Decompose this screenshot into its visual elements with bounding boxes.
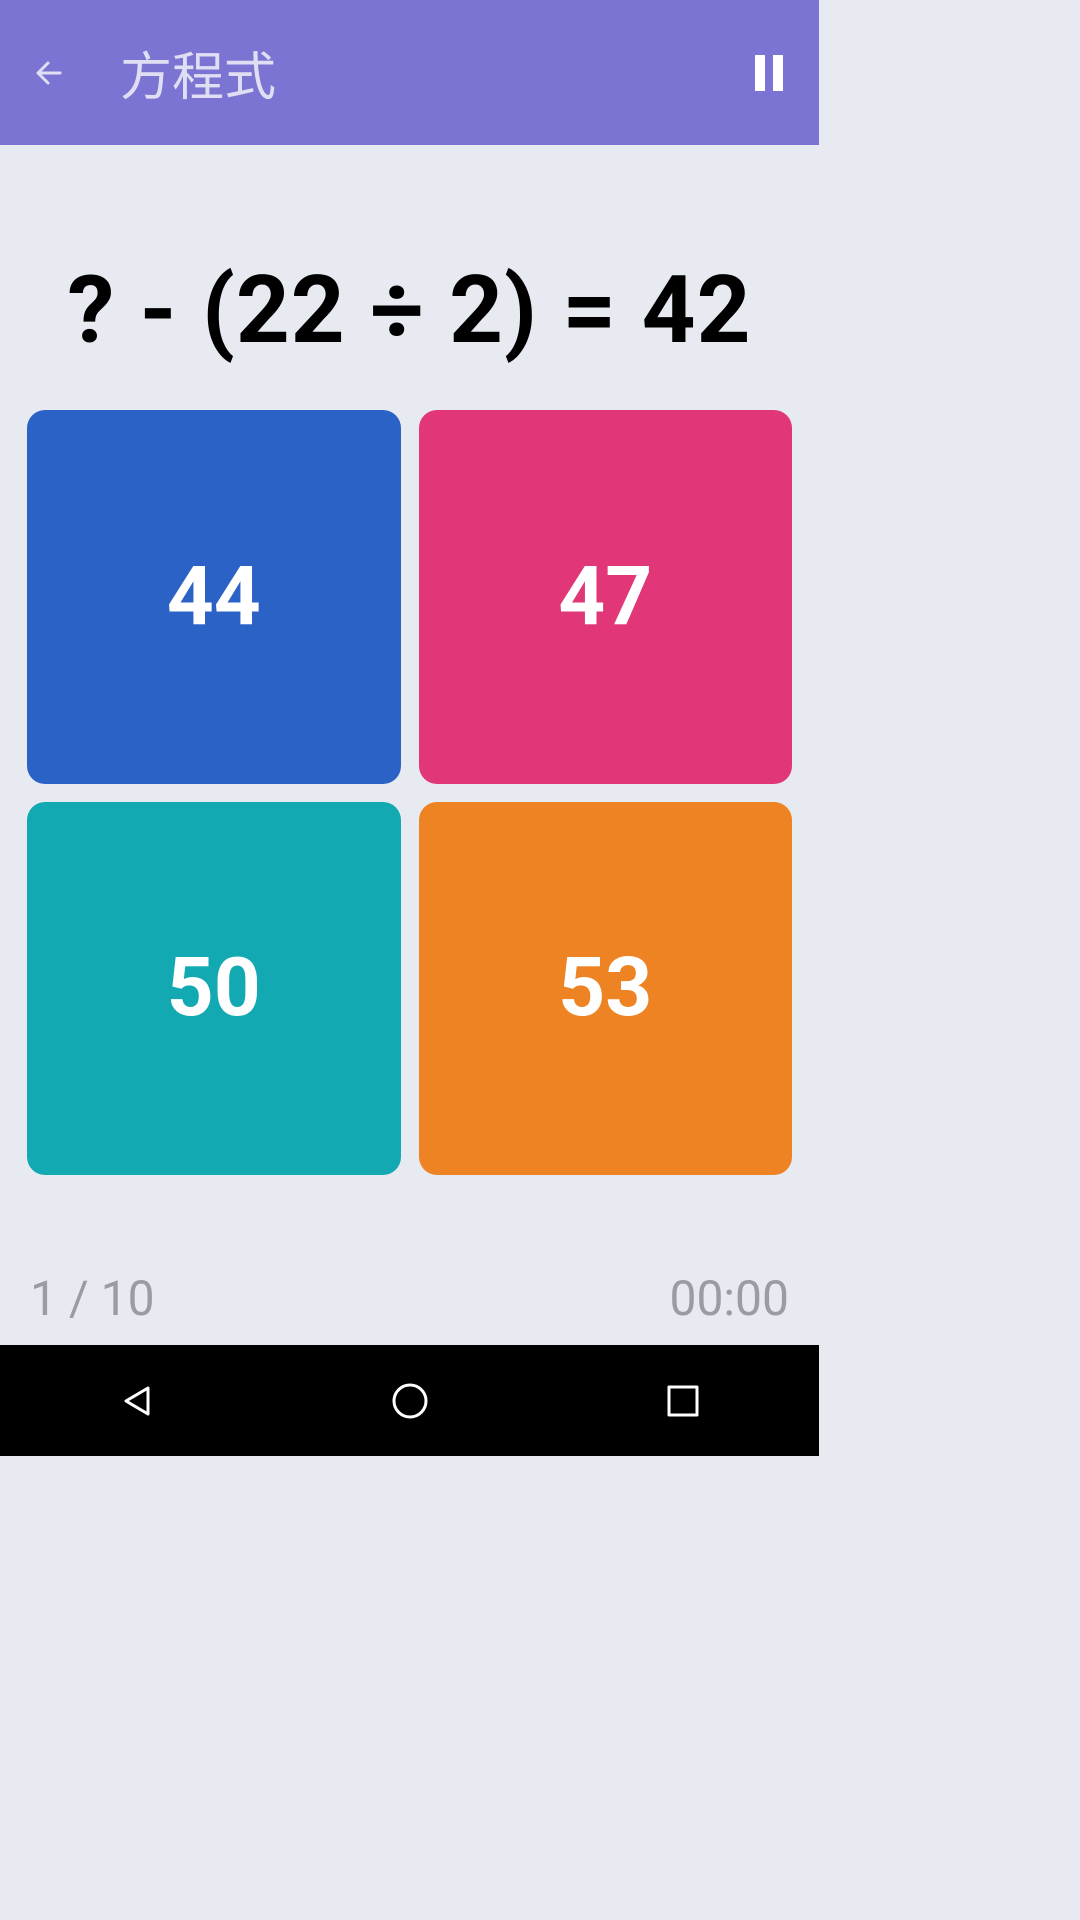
- app-bar: 方程式: [0, 0, 819, 145]
- answer-option-1[interactable]: 44: [27, 410, 401, 784]
- question-text: ? - (22 ÷ 2) = 42: [27, 255, 792, 365]
- circle-home-icon: [389, 1380, 431, 1422]
- progress-counter: 1 / 10: [30, 1270, 155, 1327]
- pause-icon: [753, 53, 785, 93]
- system-nav-bar: [0, 1345, 819, 1456]
- arrow-left-icon: [30, 53, 70, 93]
- nav-back-button[interactable]: [82, 1371, 192, 1431]
- timer-display: 00:00: [669, 1270, 789, 1327]
- content-area: ? - (22 ÷ 2) = 42 44 47 50 53 1 / 10 00:…: [0, 145, 819, 1345]
- footer: 1 / 10 00:00: [27, 1270, 792, 1327]
- answers-grid: 44 47 50 53: [27, 410, 792, 1175]
- back-button[interactable]: [20, 43, 80, 103]
- page-title: 方程式: [120, 35, 739, 110]
- answer-option-4[interactable]: 53: [419, 802, 793, 1176]
- nav-recent-button[interactable]: [628, 1371, 738, 1431]
- pause-button[interactable]: [739, 43, 799, 103]
- answer-option-3[interactable]: 50: [27, 802, 401, 1176]
- answer-option-2[interactable]: 47: [419, 410, 793, 784]
- square-recent-icon: [665, 1383, 701, 1419]
- nav-home-button[interactable]: [355, 1371, 465, 1431]
- triangle-back-icon: [116, 1380, 158, 1422]
